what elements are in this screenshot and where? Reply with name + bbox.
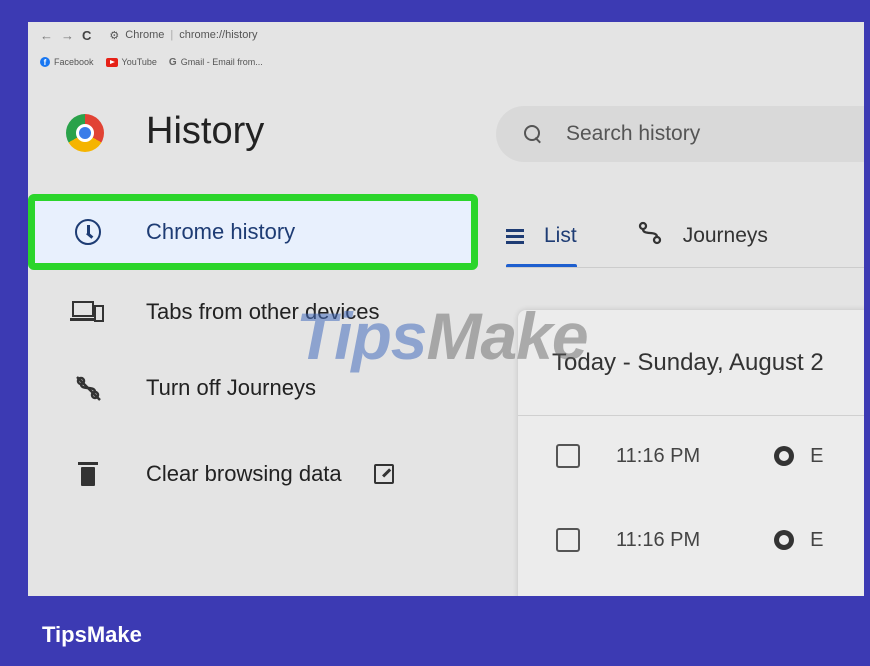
reload-button[interactable]: C <box>82 28 91 43</box>
tab-list[interactable]: List <box>506 204 577 268</box>
sidebar-item-chrome-history[interactable]: Chrome history <box>28 194 478 270</box>
address-bar[interactable]: ⚙ Chrome | chrome://history <box>109 29 257 42</box>
bookmark-label: YouTube <box>121 57 157 67</box>
list-icon <box>506 229 524 244</box>
back-button[interactable]: ← <box>40 28 53 43</box>
chrome-logo-icon <box>66 114 104 152</box>
browser-toolbar: ← → C ⚙ Chrome | chrome://history <box>28 22 864 48</box>
bookmark-label: Gmail - Email from... <box>180 57 263 67</box>
history-row[interactable]: 11:16 PM E <box>556 436 823 476</box>
row-time: 11:16 PM <box>616 444 701 467</box>
tab-label: Journeys <box>682 224 768 247</box>
history-row[interactable]: 11:16 PM E <box>556 520 823 560</box>
bookmark-label: Facebook <box>54 57 94 67</box>
facebook-icon: f <box>40 57 50 67</box>
journeys-off-icon <box>68 368 108 408</box>
globe-icon <box>774 530 795 550</box>
open-in-new-icon <box>373 464 394 484</box>
forward-button[interactable]: → <box>61 28 74 43</box>
tab-journeys[interactable]: Journeys <box>637 204 768 268</box>
search-placeholder: Search history <box>566 122 701 145</box>
row-checkbox[interactable] <box>556 528 580 552</box>
clock-icon <box>68 212 108 252</box>
tab-label: List <box>544 224 577 247</box>
url-site: Chrome <box>125 29 165 41</box>
bookmark-youtube[interactable]: YouTube <box>105 57 157 67</box>
row-time: 11:16 PM <box>616 528 701 551</box>
row-site[interactable]: E <box>810 445 823 468</box>
youtube-icon <box>105 57 118 67</box>
row-site[interactable]: E <box>810 529 823 552</box>
bookmarks-bar: f Facebook YouTube G Gmail - Email from.… <box>28 52 864 72</box>
sidebar-item-label: Clear browsing data <box>146 461 342 486</box>
url-separator: | <box>170 29 174 41</box>
bookmark-gmail[interactable]: G Gmail - Email from... <box>169 57 263 68</box>
watermark: TipsMake <box>296 299 589 373</box>
history-tabs: List Journeys <box>506 204 768 268</box>
search-icon <box>524 125 542 143</box>
url-path: chrome://history <box>179 29 258 41</box>
bookmark-facebook[interactable]: f Facebook <box>40 57 94 67</box>
row-checkbox[interactable] <box>556 444 580 468</box>
search-history-input[interactable]: Search history <box>496 106 864 162</box>
trash-icon <box>68 454 108 494</box>
journeys-icon <box>637 220 663 252</box>
sidebar-item-clear-browsing-data[interactable]: Clear browsing data <box>28 436 478 512</box>
site-info-icon[interactable]: ⚙ <box>109 29 119 42</box>
globe-icon <box>774 446 795 466</box>
brand-label: TipsMake <box>42 622 142 647</box>
sidebar-item-label: Turn off Journeys <box>146 375 316 400</box>
google-icon: G <box>168 56 177 68</box>
tabs-divider <box>506 267 864 268</box>
page-title: History <box>146 110 265 152</box>
devices-icon <box>68 292 108 332</box>
browser-screen: ← → C ⚙ Chrome | chrome://history f Face… <box>28 22 864 596</box>
sidebar-item-label: Chrome history <box>146 219 296 244</box>
